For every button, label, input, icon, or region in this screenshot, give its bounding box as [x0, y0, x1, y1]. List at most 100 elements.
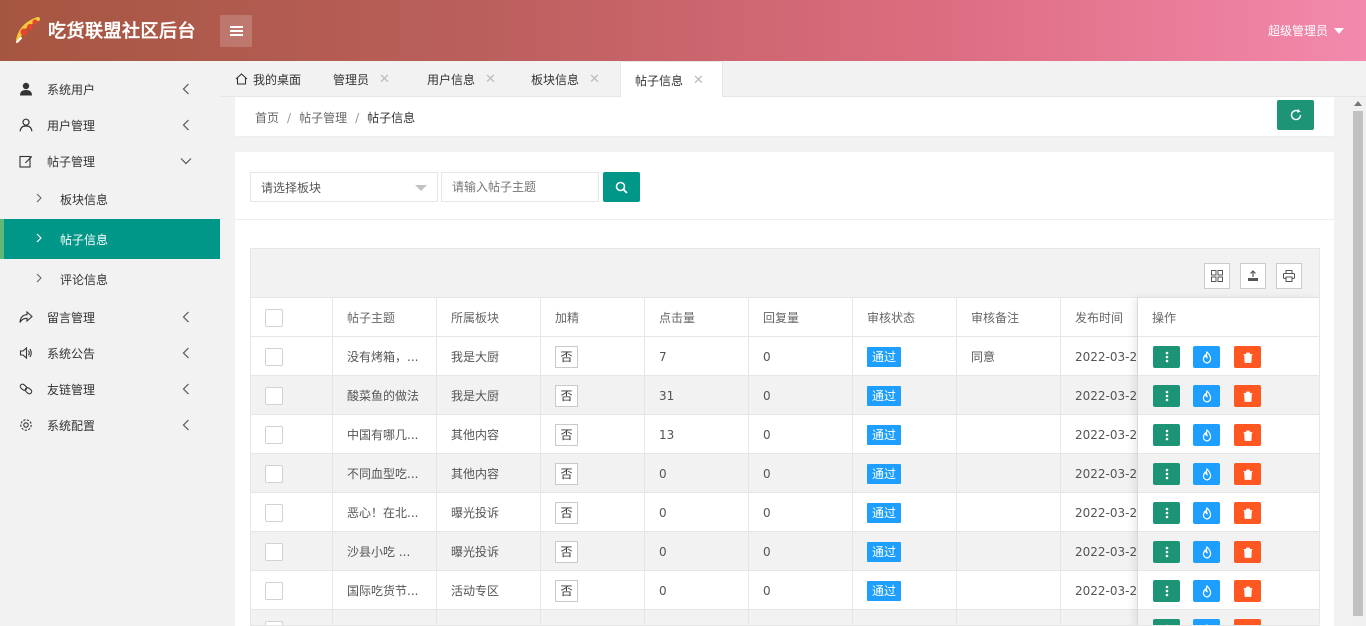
- dropdown-arrow-icon: [415, 185, 427, 191]
- replies-cell: 0: [749, 415, 853, 454]
- search-panel: 请选择板块: [235, 152, 1334, 220]
- sidebar-sub-item-posts[interactable]: 帖子信息: [0, 219, 220, 259]
- featured-toggle[interactable]: 否: [555, 501, 578, 524]
- page-scrollbar[interactable]: [1350, 97, 1366, 626]
- tab-sections[interactable]: 板块信息 ✕: [531, 61, 600, 97]
- note-cell: [957, 415, 1061, 454]
- chevron-left-icon: [182, 419, 189, 431]
- section-cell: 曝光投诉: [437, 532, 541, 571]
- topic-search-input[interactable]: [441, 172, 599, 202]
- breadcrumb-home[interactable]: 首页: [255, 111, 279, 125]
- sidebar-sub-item-comments[interactable]: 评论信息: [0, 259, 220, 299]
- breadcrumb-current: 帖子信息: [367, 111, 416, 125]
- main-content: 首页 / 帖子管理 / 帖子信息 请选择板块 请输入帖子主题 帖子主题 所属板块…: [235, 97, 1334, 626]
- breadcrumb-level1[interactable]: 帖子管理: [299, 111, 347, 125]
- sidebar-item-system-config[interactable]: 系统配置: [0, 407, 220, 443]
- header-cell: 回复量: [749, 298, 853, 337]
- row-checkbox[interactable]: [265, 464, 283, 483]
- chevron-right-icon: [36, 233, 42, 243]
- print-button[interactable]: [1276, 263, 1302, 289]
- section-select-placeholder: 请选择板块: [261, 181, 322, 195]
- section-text: 活动专区: [451, 584, 500, 598]
- search-button[interactable]: [603, 172, 640, 202]
- status-badge: 通过: [867, 385, 902, 406]
- sidebar-item-announcements[interactable]: 系统公告: [0, 335, 220, 371]
- replies-text: 0: [763, 427, 771, 442]
- sidebar-sub-item-sections[interactable]: 板块信息: [0, 179, 220, 219]
- home-icon: [235, 73, 248, 85]
- status-badge: 通过: [867, 502, 902, 523]
- person-icon: [18, 81, 34, 97]
- featured-toggle[interactable]: 否: [555, 462, 578, 485]
- row-checkbox[interactable]: [265, 542, 283, 561]
- section-text: 我是大厨: [451, 350, 500, 364]
- logo[interactable]: 吃货联盟社区后台: [14, 16, 196, 44]
- row-checkbox[interactable]: [265, 620, 283, 625]
- header-cell: 发布时间: [1061, 298, 1138, 337]
- clicks-cell: 31: [645, 376, 749, 415]
- replies-text: 0: [763, 544, 771, 559]
- tab-posts[interactable]: 帖子信息 ✕: [620, 61, 723, 98]
- gear-icon: [18, 417, 34, 433]
- time-cell: 2022-03-2...: [1061, 337, 1138, 376]
- sidebar-item-messages[interactable]: 留言管理: [0, 299, 220, 335]
- sidebar-item-label: 留言管理: [47, 310, 96, 325]
- export-button[interactable]: [1240, 263, 1266, 289]
- close-icon[interactable]: ✕: [379, 72, 390, 87]
- table-panel: 帖子主题 所属板块 加精 点击量 回复量 审核状态 审核备注 发布时间 操作 没…: [235, 220, 1334, 626]
- replies-text: 0: [763, 505, 771, 520]
- row-checkbox[interactable]: [265, 386, 283, 405]
- time-text: 2022-03-2...: [1075, 388, 1138, 403]
- tab-user-info[interactable]: 用户信息 ✕: [427, 61, 496, 97]
- menu-toggle-button[interactable]: [220, 15, 252, 47]
- columns-filter-button[interactable]: [1204, 263, 1230, 289]
- sidebar-item-post-management[interactable]: 帖子管理: [0, 143, 220, 179]
- tab-admins[interactable]: 管理员 ✕: [333, 61, 390, 97]
- refresh-button[interactable]: [1277, 100, 1314, 130]
- featured-toggle[interactable]: 否: [555, 540, 578, 563]
- featured-toggle[interactable]: 否: [555, 345, 578, 368]
- sidebar-item-friend-links[interactable]: 友链管理: [0, 371, 220, 407]
- row-checkbox[interactable]: [265, 425, 283, 444]
- close-icon[interactable]: ✕: [693, 73, 704, 88]
- section-text: 曝光投诉: [451, 545, 500, 559]
- featured-cell: 否: [541, 376, 645, 415]
- row-checkbox[interactable]: [265, 503, 283, 522]
- replies-cell: 0: [749, 337, 853, 376]
- featured-toggle[interactable]: 否: [555, 579, 578, 602]
- topic-text: 没有烤箱，...: [347, 350, 419, 364]
- sidebar-item-system-users[interactable]: 系统用户: [0, 71, 220, 107]
- featured-toggle[interactable]: 否: [555, 423, 578, 446]
- close-icon[interactable]: ✕: [589, 72, 600, 87]
- scroll-thumb[interactable]: [1353, 111, 1363, 616]
- section-text: 其他内容: [451, 428, 500, 442]
- tab-desktop[interactable]: 我的桌面: [235, 61, 301, 97]
- section-select[interactable]: 请选择板块: [250, 172, 438, 202]
- breadcrumb-bar: 首页 / 帖子管理 / 帖子信息: [235, 97, 1334, 137]
- select-all-checkbox[interactable]: [265, 308, 283, 327]
- search-icon: [615, 181, 628, 194]
- featured-toggle[interactable]: 否: [555, 384, 578, 407]
- close-icon[interactable]: ✕: [485, 72, 496, 87]
- chevron-right-icon: [36, 273, 42, 283]
- sidebar-sub-item-label: 评论信息: [60, 272, 109, 287]
- admin-label: 超级管理员: [1267, 24, 1328, 38]
- sidebar-item-user-management[interactable]: 用户管理: [0, 107, 220, 143]
- row-checkbox[interactable]: [265, 347, 283, 366]
- header-cell: 所属板块: [437, 298, 541, 337]
- breadcrumb: 首页 / 帖子管理 / 帖子信息: [255, 109, 415, 126]
- scroll-up-icon[interactable]: [1354, 101, 1362, 106]
- status-badge: 通过: [867, 424, 902, 445]
- admin-menu[interactable]: 超级管理员: [1268, 22, 1344, 39]
- topic-text: 不同血型吃...: [347, 467, 419, 481]
- note-cell: [957, 376, 1061, 415]
- top-header: 吃货联盟社区后台 超级管理员: [0, 0, 1366, 61]
- row-checkbox[interactable]: [265, 581, 283, 600]
- replies-cell: 0: [749, 493, 853, 532]
- clicks-text: 0: [659, 544, 667, 559]
- topic-text: 沙县小吃 ...: [347, 545, 411, 559]
- status-cell: [853, 610, 957, 625]
- note-cell: [957, 571, 1061, 610]
- topic-cell: 没有烤箱，...: [333, 337, 437, 376]
- posts-table: 帖子主题 所属板块 加精 点击量 回复量 审核状态 审核备注 发布时间 操作 没…: [250, 248, 1320, 626]
